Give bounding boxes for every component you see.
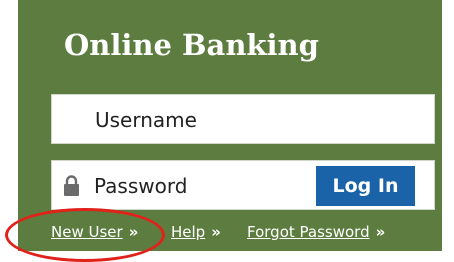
password-placeholder: Password bbox=[94, 174, 188, 198]
chevron-right-icon: » bbox=[211, 223, 221, 241]
online-banking-panel: Online Banking Username Password Log In … bbox=[18, 0, 442, 251]
help-links: New User » Help » Forgot Password » bbox=[51, 223, 451, 245]
lock-icon bbox=[64, 175, 79, 196]
new-user-label: New User bbox=[51, 223, 123, 241]
help-label: Help bbox=[171, 223, 206, 241]
forgot-password-link[interactable]: Forgot Password » bbox=[247, 223, 385, 241]
username-placeholder: Username bbox=[95, 108, 197, 132]
login-button[interactable]: Log In bbox=[316, 166, 415, 206]
forgot-password-label: Forgot Password bbox=[247, 223, 370, 241]
help-link[interactable]: Help » bbox=[171, 223, 221, 241]
username-input[interactable]: Username bbox=[51, 94, 435, 144]
chevron-right-icon: » bbox=[375, 223, 386, 241]
panel-title: Online Banking bbox=[64, 28, 319, 62]
new-user-link[interactable]: New User » bbox=[51, 223, 138, 241]
chevron-right-icon: » bbox=[128, 223, 139, 241]
